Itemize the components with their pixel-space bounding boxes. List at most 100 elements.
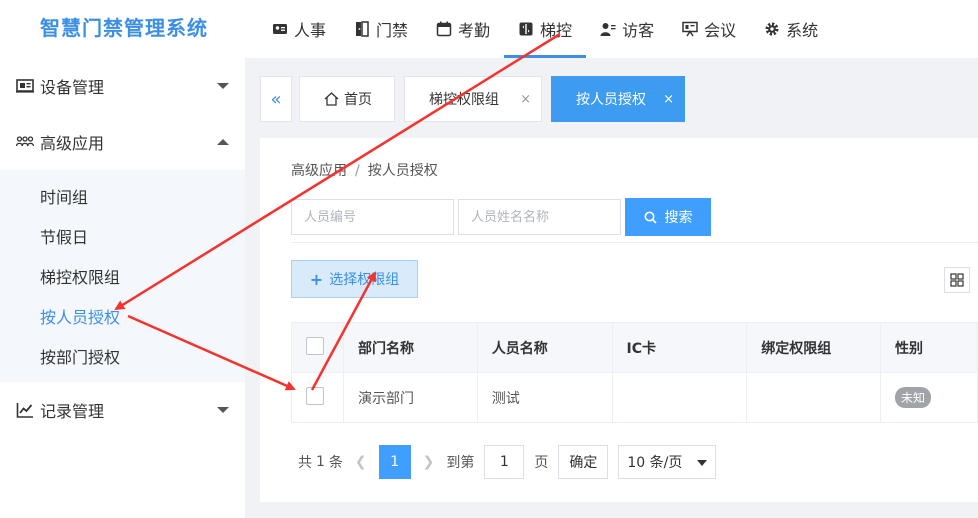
- chevron-down-icon: [217, 83, 229, 89]
- page-size-select[interactable]: 10 条/页: [618, 445, 717, 479]
- goto-suffix: 页: [534, 455, 549, 471]
- select-all-cell: [291, 322, 344, 373]
- grid-icon: [950, 273, 964, 287]
- topnav-label: 会议: [704, 21, 737, 40]
- topnav-label: 系统: [786, 21, 819, 40]
- column-settings-button[interactable]: [944, 267, 970, 293]
- collapse-sidebar-button[interactable]: «: [260, 76, 292, 122]
- topnav-label: 梯控: [540, 21, 573, 40]
- divider: [291, 242, 978, 243]
- total-prefix: 共: [298, 455, 312, 471]
- top-nav: 人事 门禁 考勤 梯控 访客 会议 系统: [258, 0, 832, 58]
- chevron-up-icon: [217, 139, 229, 145]
- person-table: 部门名称 人员名称 IC卡 绑定权限组 性别 演示部门 测试 未知: [291, 322, 978, 423]
- gender-badge: 未知: [895, 387, 932, 408]
- goto-confirm-button[interactable]: 确定: [558, 445, 609, 479]
- topnav-item-door[interactable]: 门禁: [340, 0, 422, 58]
- device-icon: [16, 79, 34, 93]
- door-icon: [356, 21, 369, 37]
- topnav-item-system[interactable]: 系统: [750, 0, 832, 58]
- sidebar-group-device[interactable]: 设备管理: [0, 58, 245, 114]
- chevron-down-icon: [217, 407, 229, 413]
- tab-bar: « 首页 梯控权限组 × 按人员授权 ×: [260, 76, 694, 122]
- row-checkbox[interactable]: [306, 386, 324, 405]
- cell-name: 测试: [476, 372, 613, 423]
- visitor-icon: [600, 23, 616, 36]
- next-page-icon[interactable]: ❯: [423, 454, 435, 470]
- tab-label: 按人员授权: [576, 92, 646, 108]
- sidebar-submenu-advanced: 时间组 节假日 梯控权限组 按人员授权 按部门授权: [0, 170, 245, 382]
- prev-page-icon[interactable]: ❮: [355, 454, 367, 470]
- cell-gender: 未知: [880, 372, 978, 423]
- pagination: 共 1 条 ❮ 1 ❯ 到第 1 页 确定 10 条/页: [298, 445, 717, 479]
- sidebar-group-advanced[interactable]: 高级应用: [0, 114, 245, 170]
- sidebar-item-holiday[interactable]: 节假日: [0, 216, 245, 256]
- breadcrumb: 高级应用 / 按人员授权: [291, 160, 438, 180]
- sidebar-item-auth-by-dept[interactable]: 按部门授权: [0, 336, 245, 376]
- sidebar-group-label: 设备管理: [40, 78, 105, 97]
- tab-elevator-perm-group[interactable]: 梯控权限组 ×: [404, 76, 542, 122]
- table-row[interactable]: 演示部门 测试 未知: [291, 372, 978, 423]
- meeting-icon: [682, 21, 698, 37]
- double-chevron-left-icon: «: [270, 88, 282, 110]
- table-header-row: 部门名称 人员名称 IC卡 绑定权限组 性别: [291, 322, 978, 373]
- tab-label: 梯控权限组: [429, 92, 499, 108]
- breadcrumb-separator: /: [355, 163, 360, 179]
- person-no-input[interactable]: [291, 199, 454, 235]
- search-icon: [644, 211, 657, 224]
- sidebar-group-records[interactable]: 记录管理: [0, 382, 245, 438]
- row-select-cell: [291, 372, 344, 423]
- sidebar-group-label: 记录管理: [40, 402, 105, 421]
- topnav-item-visitor[interactable]: 访客: [586, 0, 668, 58]
- tab-home[interactable]: 首页: [299, 76, 395, 122]
- col-header-dept[interactable]: 部门名称: [342, 322, 478, 373]
- topnav-item-meeting[interactable]: 会议: [668, 0, 750, 58]
- select-perm-group-label: 选择权限组: [329, 272, 400, 288]
- cell-dept: 演示部门: [342, 372, 478, 423]
- calendar-icon: [436, 21, 452, 37]
- breadcrumb-parent[interactable]: 高级应用: [291, 163, 347, 179]
- gear-icon: [765, 22, 779, 36]
- person-card-icon: [273, 24, 287, 34]
- tab-label: 首页: [344, 92, 372, 108]
- topnav-item-hr[interactable]: 人事: [258, 0, 340, 58]
- goto-page-input[interactable]: 1: [484, 445, 525, 479]
- chart-icon: [16, 403, 33, 418]
- cell-ic: [611, 372, 748, 423]
- select-all-checkbox[interactable]: [306, 336, 324, 355]
- main-card: 高级应用 / 按人员授权 搜索 + 选择权限组 部门名称 人员名称 IC卡 绑定权限…: [260, 138, 978, 502]
- total-count: 1: [316, 454, 325, 470]
- search-button-label: 搜索: [664, 210, 693, 226]
- select-perm-group-button[interactable]: + 选择权限组: [291, 260, 418, 298]
- close-icon[interactable]: ×: [663, 92, 674, 107]
- sidebar-item-elevator-perm-group[interactable]: 梯控权限组: [0, 256, 245, 296]
- total-suffix: 条: [328, 455, 343, 471]
- topnav-item-attendance[interactable]: 考勤: [422, 0, 504, 58]
- sidebar-item-time-group[interactable]: 时间组: [0, 176, 245, 216]
- tab-auth-by-person[interactable]: 按人员授权 ×: [551, 76, 685, 122]
- plus-icon: +: [309, 269, 324, 289]
- users-icon: [16, 136, 34, 147]
- logo-area: 智慧门禁管理系统: [0, 0, 245, 58]
- goto-prefix: 到第: [446, 455, 475, 471]
- breadcrumb-current: 按人员授权: [367, 163, 438, 179]
- col-header-ic[interactable]: IC卡: [611, 322, 748, 373]
- elevator-icon: [519, 22, 533, 36]
- col-header-perm[interactable]: 绑定权限组: [746, 322, 882, 373]
- page-number-current[interactable]: 1: [378, 445, 411, 479]
- cell-perm: [746, 372, 882, 423]
- col-header-gender[interactable]: 性别: [880, 322, 978, 373]
- topnav-item-elevator[interactable]: 梯控: [504, 0, 587, 58]
- close-icon[interactable]: ×: [520, 92, 531, 107]
- home-icon: [324, 92, 339, 106]
- topnav-label: 访客: [622, 21, 655, 40]
- person-name-input[interactable]: [458, 199, 621, 235]
- topnav-label: 门禁: [376, 21, 409, 40]
- col-header-name[interactable]: 人员名称: [476, 322, 613, 373]
- sidebar-item-auth-by-person[interactable]: 按人员授权: [0, 296, 245, 336]
- app-title: 智慧门禁管理系统: [40, 16, 208, 40]
- topnav-label: 考勤: [458, 21, 491, 40]
- top-header: 智慧门禁管理系统 人事 门禁 考勤 梯控 访客 会议 系统: [0, 0, 978, 58]
- topnav-label: 人事: [294, 21, 327, 40]
- search-button[interactable]: 搜索: [625, 198, 711, 236]
